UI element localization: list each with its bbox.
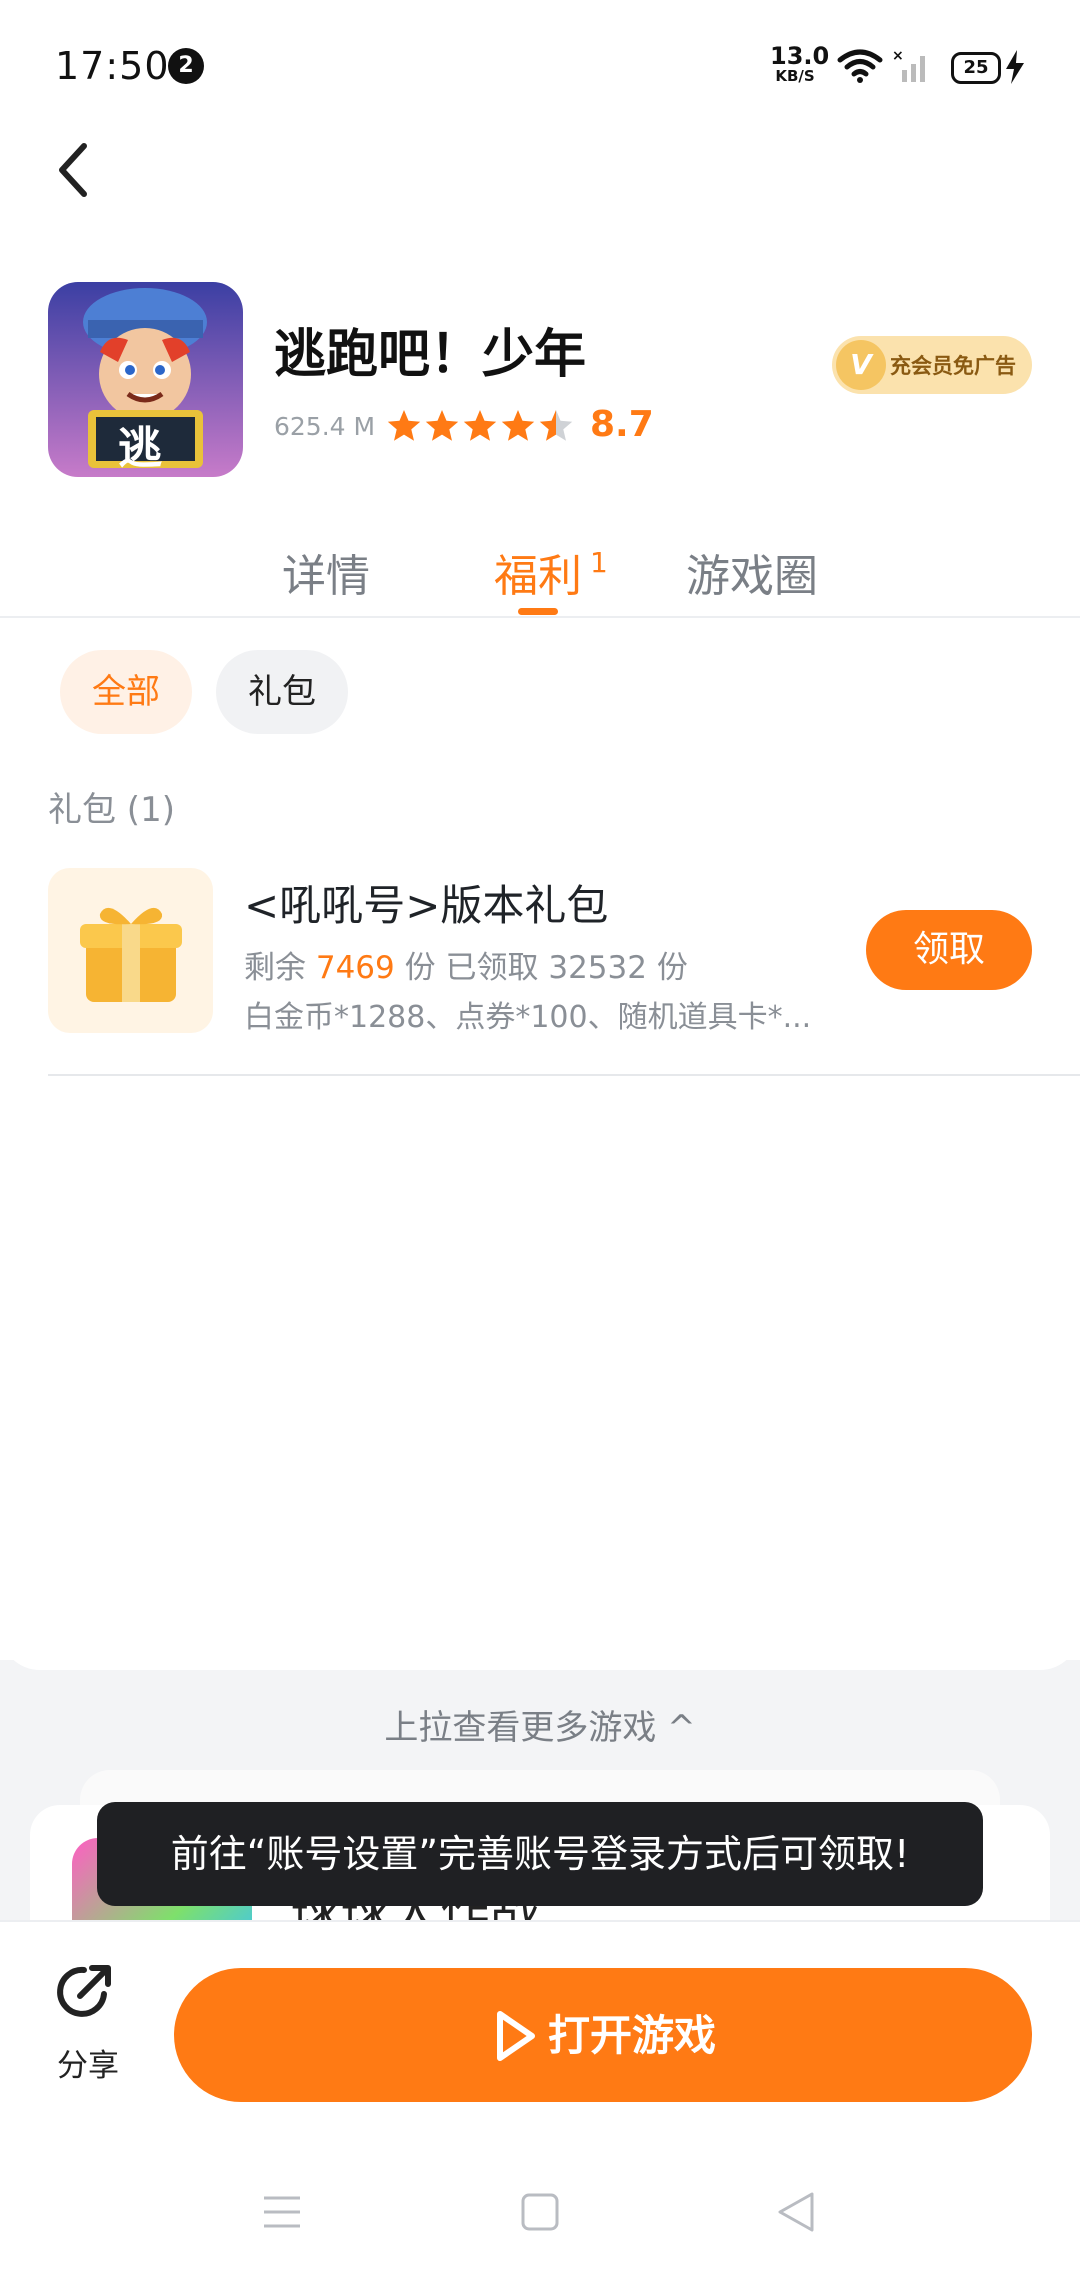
gift-thumbnail [48,868,213,1033]
play-icon [497,2011,535,2061]
remaining-unit: 份 [404,950,436,986]
gift-box-icon [80,907,182,1002]
claim-button[interactable]: 领取 [866,910,1032,990]
home-icon[interactable] [520,2192,560,2232]
remaining-label: 剩余 [244,950,306,986]
wifi-icon [837,49,883,83]
content-card-bottom [0,1600,1080,1670]
net-speed-unit: KB/S [775,67,815,85]
gift-name: <吼吼号>版本礼包 [244,881,609,930]
tab-benefits-label: 福利 [494,551,582,602]
charging-bolt-icon [1006,50,1024,84]
toast-message: 前往“账号设置”完善账号登录方式后可领取! [97,1802,983,1906]
item-divider [48,1074,1080,1076]
rating-star [425,410,459,441]
share-icon [57,1965,111,2017]
rating-star [463,410,497,441]
open-game-button[interactable]: 打开游戏 [174,1968,1032,2102]
app-icon-glyph: 逃 [118,423,162,474]
remaining-count: 7469 [315,950,395,986]
rating-star [387,410,421,441]
pull-up-more-games[interactable]: 上拉查看更多游戏 ^ [0,1700,1080,1749]
tab-benefits[interactable]: 福利 1 [494,540,608,604]
menu-icon[interactable] [262,2194,302,2230]
gift-description: 白金币*1288、点券*100、随机道具卡*... [244,1000,812,1035]
app-icon: 逃 [48,282,243,477]
app-size: 625.4 M [274,412,376,441]
tab-divider [0,616,1080,618]
rating-star [501,410,535,441]
gift-stats: 剩余 7469 份 已领取 32532 份 [244,942,688,987]
net-speed-value: 13.0 [770,42,830,70]
app-title: 逃跑吧！少年 [274,325,587,385]
back-button[interactable] [48,138,104,202]
rating-star [539,410,573,441]
svg-text:×: × [892,48,904,64]
nav-back-icon[interactable] [776,2190,816,2234]
cellular-signal-icon: × [892,48,925,82]
rating-score: 8.7 [590,404,654,445]
section-title: 礼包 (1) [48,790,175,830]
tab-indicator [518,608,558,615]
share-button[interactable]: 分享 [40,1950,136,2090]
share-label: 分享 [57,2048,119,2084]
network-speed: 13.0 KB/S [770,42,830,85]
claimed-unit: 份 [656,950,688,986]
filter-chip-all[interactable]: 全部 [60,650,192,734]
tab-game-circle[interactable]: 游戏圈 [686,540,818,604]
status-time: 17:50 [55,44,170,88]
rating-stars [387,410,573,441]
open-game-label: 打开游戏 [548,2011,717,2060]
claimed-count: 32532 [548,950,647,986]
battery-indicator: 25 [951,52,1001,84]
tab-benefits-count: 1 [590,546,608,579]
vip-icon: V [836,340,886,390]
tab-details[interactable]: 详情 [282,540,370,604]
vip-badge-label: 充会员免广告 [890,354,1016,378]
notification-badge: 2 [168,48,204,84]
filter-chip-gift[interactable]: 礼包 [216,650,348,734]
vip-ad-free-badge[interactable]: V 充会员免广告 [832,336,1032,394]
claimed-label: 已领取 [445,950,539,986]
